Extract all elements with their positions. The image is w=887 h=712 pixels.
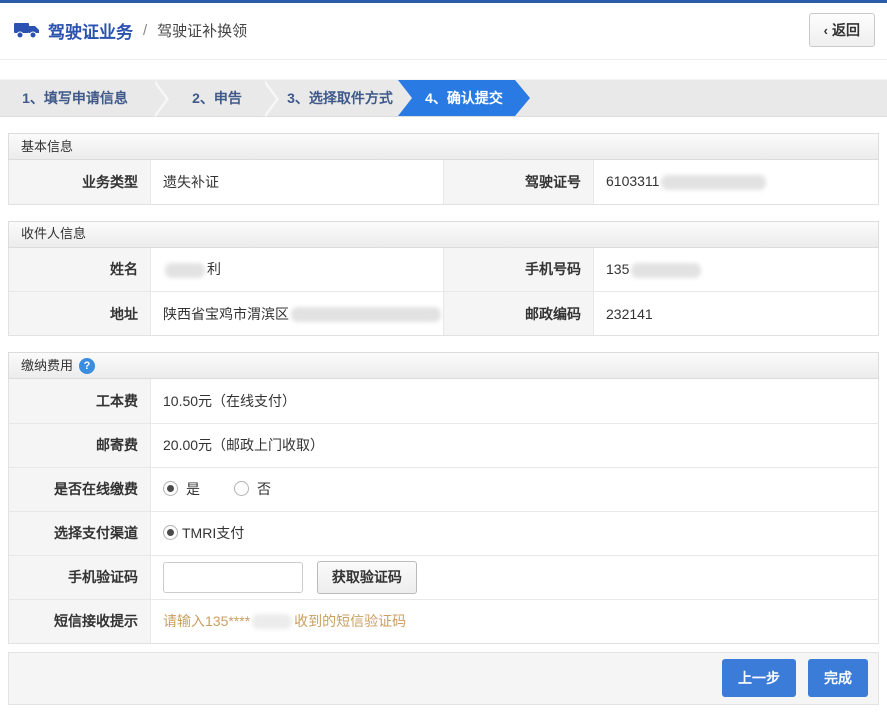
radio-online-pay-yes-label[interactable]: 是 xyxy=(186,479,200,499)
online-payment-options: 是 否 xyxy=(151,467,879,511)
table-row: 手机验证码 获取验证码 xyxy=(9,555,879,599)
footer-action-bar: 上一步 完成 xyxy=(8,652,879,705)
step-separator-icon xyxy=(150,80,174,116)
zip-label: 邮政编码 xyxy=(444,292,594,336)
back-button-label: 返回 xyxy=(832,20,860,40)
get-sms-code-button[interactable]: 获取验证码 xyxy=(317,561,417,594)
previous-step-button[interactable]: 上一步 xyxy=(722,659,796,697)
sms-code-label: 手机验证码 xyxy=(9,555,151,599)
phone-value: 135 xyxy=(594,248,879,292)
basic-info-table: 业务类型 遗失补证 驾驶证号 6103311 xyxy=(8,160,879,205)
step-4-confirm-submit[interactable]: 4、确认提交 xyxy=(398,80,530,116)
zip-value: 232141 xyxy=(594,292,879,336)
step-separator-icon xyxy=(260,80,284,116)
radio-online-pay-yes[interactable] xyxy=(163,481,178,496)
sms-code-input[interactable] xyxy=(163,562,303,593)
section-basic-info-header: 基本信息 xyxy=(8,133,879,160)
address-label: 地址 xyxy=(9,292,151,336)
section-payment: 缴纳费用 ? 工本费 10.50元（在线支付） 邮寄费 20.00元（邮政上门收… xyxy=(8,352,879,644)
table-row: 邮寄费 20.00元（邮政上门收取） xyxy=(9,423,879,467)
back-button[interactable]: ‹ 返回 xyxy=(809,13,875,47)
redacted-license-number xyxy=(661,175,766,190)
production-cost-value: 10.50元（在线支付） xyxy=(151,379,879,423)
step-1-fill-application[interactable]: 1、填写申请信息 xyxy=(0,80,150,116)
postage-value: 20.00元（邮政上门收取） xyxy=(151,423,879,467)
radio-online-pay-no[interactable] xyxy=(234,481,249,496)
table-row: 选择支付渠道 TMRI支付 xyxy=(9,511,879,555)
sms-hint-prefix: 请输入135**** xyxy=(163,611,250,631)
page-title: 驾驶证业务 xyxy=(48,18,133,43)
online-payment-label: 是否在线缴费 xyxy=(9,467,151,511)
table-row: 业务类型 遗失补证 驾驶证号 6103311 xyxy=(9,160,879,204)
address-value: 陕西省宝鸡市渭滨区 xyxy=(151,292,444,336)
sms-hint-suffix: 收到的短信验证码 xyxy=(294,611,406,631)
payment-table: 工本费 10.50元（在线支付） 邮寄费 20.00元（邮政上门收取） 是否在线… xyxy=(8,379,879,644)
redacted-name xyxy=(165,263,205,278)
sms-hint-label: 短信接收提示 xyxy=(9,599,151,643)
breadcrumb-current: 驾驶证补换领 xyxy=(157,20,247,41)
postage-label: 邮寄费 xyxy=(9,423,151,467)
sms-code-field: 获取验证码 xyxy=(151,555,879,599)
table-row: 是否在线缴费 是 否 xyxy=(9,467,879,511)
table-row: 短信接收提示 请输入135**** 收到的短信验证码 xyxy=(9,599,879,643)
section-payment-title: 缴纳费用 xyxy=(21,353,73,379)
redacted-address xyxy=(291,307,441,322)
sms-hint-value: 请输入135**** 收到的短信验证码 xyxy=(151,599,879,643)
section-basic-info-title: 基本信息 xyxy=(21,134,73,160)
name-value: 利 xyxy=(151,248,444,292)
radio-tmri-pay-label[interactable]: TMRI支付 xyxy=(182,523,244,543)
finish-button[interactable]: 完成 xyxy=(808,659,868,697)
license-number-visible: 6103311 xyxy=(606,173,659,189)
wizard-steps-bar: 1、填写申请信息 2、申告 3、选择取件方式 4、确认提交 xyxy=(0,79,887,117)
radio-tmri-pay[interactable] xyxy=(163,525,178,540)
name-label: 姓名 xyxy=(9,248,151,292)
page-header: 驾驶证业务 / 驾驶证补换领 ‹ 返回 xyxy=(0,3,887,60)
phone-label: 手机号码 xyxy=(444,248,594,292)
step-2-declaration[interactable]: 2、申告 xyxy=(174,80,260,116)
phone-visible: 135 xyxy=(606,261,629,277)
section-payment-header: 缴纳费用 ? xyxy=(8,352,879,379)
truck-icon xyxy=(14,21,40,39)
section-recipient-info-title: 收件人信息 xyxy=(21,221,86,247)
table-row: 地址 陕西省宝鸡市渭滨区 邮政编码 232141 xyxy=(9,292,879,336)
table-row: 姓名 利 手机号码 135 xyxy=(9,248,879,292)
license-number-label: 驾驶证号 xyxy=(444,160,594,204)
business-type-value: 遗失补证 xyxy=(151,160,444,204)
license-number-value: 6103311 xyxy=(594,160,879,204)
help-icon[interactable]: ? xyxy=(79,358,95,374)
section-recipient-info-header: 收件人信息 xyxy=(8,221,879,248)
section-basic-info: 基本信息 业务类型 遗失补证 驾驶证号 6103311 xyxy=(8,133,879,205)
redacted-phone xyxy=(631,263,701,278)
payment-channel-label: 选择支付渠道 xyxy=(9,511,151,555)
step-3-pickup-method[interactable]: 3、选择取件方式 xyxy=(284,80,396,116)
breadcrumb-divider: / xyxy=(143,22,147,39)
section-recipient-info: 收件人信息 姓名 利 手机号码 135 地址 陕西省宝鸡市渭滨区 邮政编码 23… xyxy=(8,221,879,337)
back-chevron-icon: ‹ xyxy=(824,23,828,38)
production-cost-label: 工本费 xyxy=(9,379,151,423)
name-visible: 利 xyxy=(207,261,221,277)
redacted-sms-phone xyxy=(252,614,292,629)
table-row: 工本费 10.50元（在线支付） xyxy=(9,379,879,423)
business-type-label: 业务类型 xyxy=(9,160,151,204)
payment-channel-options: TMRI支付 xyxy=(151,511,879,555)
address-visible: 陕西省宝鸡市渭滨区 xyxy=(163,306,289,322)
main-content: 基本信息 业务类型 遗失补证 驾驶证号 6103311 收件人信息 姓名 利 xyxy=(0,133,887,644)
radio-online-pay-no-label[interactable]: 否 xyxy=(257,479,271,499)
recipient-info-table: 姓名 利 手机号码 135 地址 陕西省宝鸡市渭滨区 邮政编码 232141 xyxy=(8,248,879,337)
